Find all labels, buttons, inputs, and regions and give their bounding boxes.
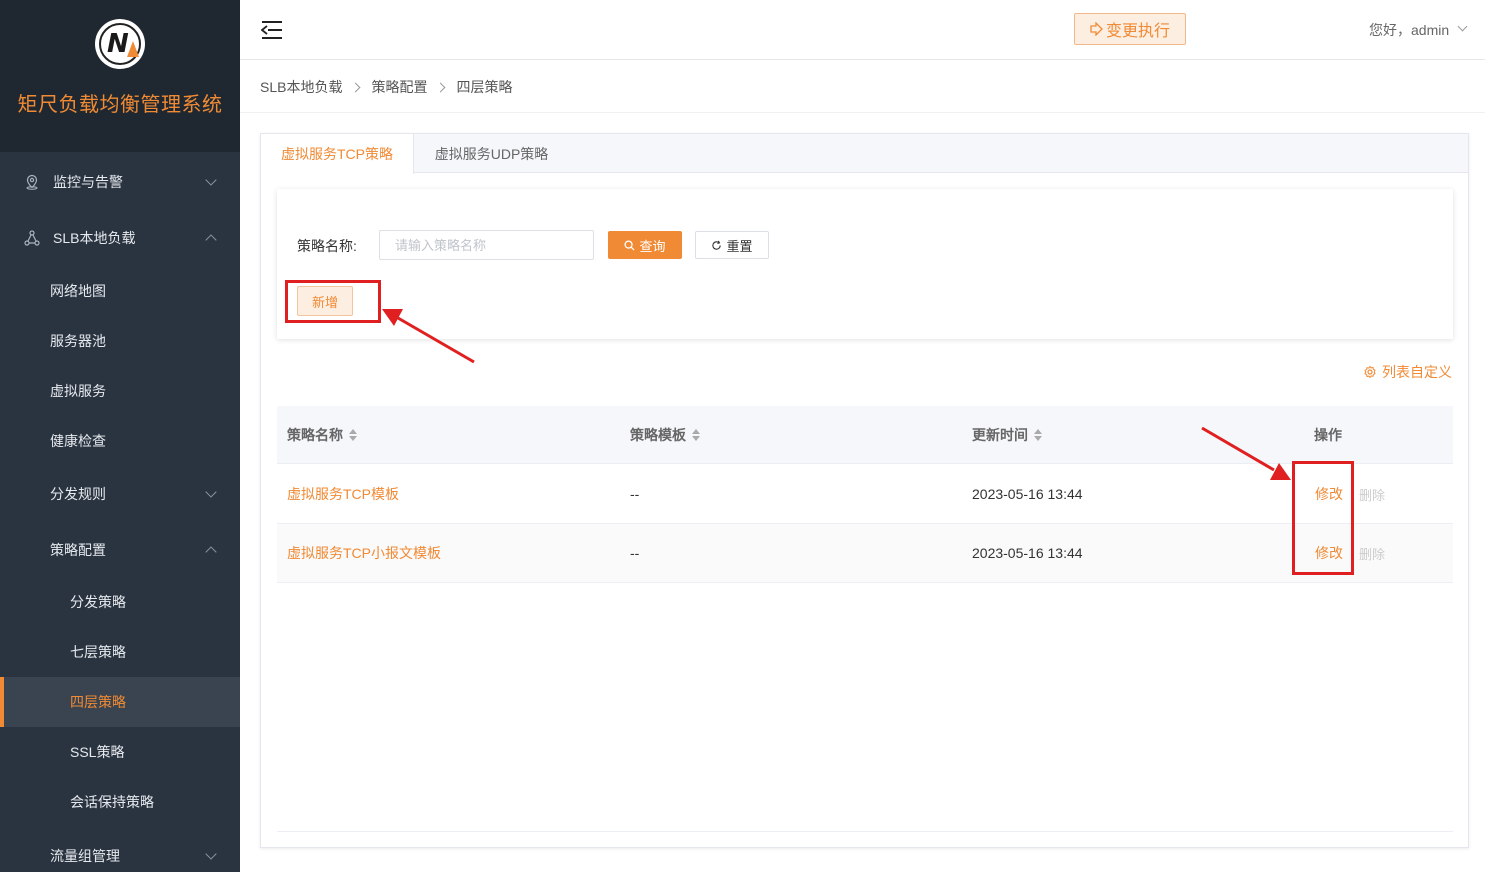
sidebar-item-l4-policy[interactable]: 四层策略 (0, 677, 240, 727)
query-label: 查询 (639, 238, 666, 254)
divider (277, 831, 1453, 832)
tab-bar: 虚拟服务TCP策略 虚拟服务UDP策略 (261, 134, 1468, 174)
delete-button[interactable]: 删除 (1359, 485, 1385, 504)
chevron-up-icon (205, 546, 217, 558)
reset-button[interactable]: 重置 (695, 231, 769, 259)
column-header-label: 更新时间 (972, 427, 1028, 443)
column-header-label: 策略名称 (287, 427, 343, 443)
user-greeting[interactable]: 您好，admin (1369, 20, 1449, 40)
sidebar-item-slb[interactable]: SLB本地负载 (0, 218, 240, 258)
updated-time-cell: 2023-05-16 13:44 (972, 545, 1083, 561)
policy-name-label: 策略名称: (297, 238, 357, 254)
tab-udp-policy[interactable]: 虚拟服务UDP策略 (414, 134, 569, 173)
sort-icon[interactable] (1034, 429, 1042, 441)
sidebar-item-label: 分发规则 (50, 486, 106, 502)
policy-name-input[interactable] (379, 230, 594, 260)
sidebar-item-label: 服务器池 (50, 333, 106, 349)
list-customize-label: 列表自定义 (1382, 364, 1452, 380)
table-row: 虚拟服务TCP小报文模板 -- 2023-05-16 13:44 修改 删除 (277, 524, 1453, 583)
delete-button[interactable]: 删除 (1359, 544, 1385, 563)
search-icon (624, 239, 636, 251)
list-customize-link[interactable]: 列表自定义 (1363, 362, 1452, 382)
gear-icon (1364, 365, 1376, 379)
app-logo: N (95, 19, 145, 69)
sidebar-item-l7-policy[interactable]: 七层策略 (0, 632, 240, 672)
tab-tcp-policy[interactable]: 虚拟服务TCP策略 (261, 134, 414, 174)
sidebar-item-traffic-group[interactable]: 流量组管理 (0, 836, 240, 876)
sidebar-item-network-map[interactable]: 网络地图 (0, 271, 240, 311)
sidebar-item-virtual-service[interactable]: 虚拟服务 (0, 371, 240, 411)
query-button[interactable]: 查询 (608, 231, 682, 259)
chevron-down-icon (205, 174, 217, 186)
sidebar-item-label: 流量组管理 (50, 848, 120, 864)
breadcrumb: SLB本地负载 策略配置 四层策略 (260, 77, 512, 97)
policy-name-link[interactable]: 虚拟服务TCP小报文模板 (287, 524, 441, 582)
table-row: 虚拟服务TCP模板 -- 2023-05-16 13:44 修改 删除 (277, 465, 1453, 524)
app-title: 矩尺负载均衡管理系统 (17, 94, 223, 116)
sidebar-item-label: SLB本地负载 (53, 230, 136, 246)
chevron-up-icon (205, 234, 217, 246)
chevron-down-icon (205, 486, 217, 498)
sidebar-item-health-check[interactable]: 健康检查 (0, 421, 240, 461)
brand-area: N 矩尺负载均衡管理系统 (0, 0, 240, 152)
breadcrumb-item[interactable]: 策略配置 (371, 77, 427, 97)
refresh-icon (712, 240, 722, 250)
column-header-updated[interactable]: 更新时间 (972, 406, 1042, 464)
column-header-actions: 操作 (1314, 406, 1342, 464)
sidebar-item-label: 策略配置 (50, 542, 106, 558)
breadcrumb-item[interactable]: SLB本地负载 (260, 77, 342, 97)
sidebar-item-label: 四层策略 (70, 694, 126, 710)
change-execute-label: 变更执行 (1105, 23, 1170, 40)
location-pin-icon (26, 174, 38, 190)
sort-icon[interactable] (692, 429, 700, 441)
search-panel: 策略名称: 查询 重置 新增 (277, 189, 1453, 339)
chevron-right-icon (436, 82, 446, 92)
sidebar-item-session-persistence[interactable]: 会话保持策略 (0, 782, 240, 822)
table-header: 策略名称 策略模板 更新时间 操作 (277, 406, 1453, 464)
sidebar-item-label: 虚拟服务 (50, 383, 106, 399)
sidebar-item-label: 会话保持策略 (70, 794, 154, 810)
policy-card: 虚拟服务TCP策略 虚拟服务UDP策略 策略名称: 查询 重置 新增 列表自定义… (260, 133, 1469, 848)
policy-template-cell: -- (630, 486, 640, 502)
column-header-template[interactable]: 策略模板 (630, 406, 700, 464)
top-header: 变更执行 您好，admin (240, 0, 1485, 60)
menu-collapse-icon[interactable] (261, 21, 282, 39)
policy-name-link[interactable]: 虚拟服务TCP模板 (287, 465, 399, 523)
sidebar-item-dispatch-rules[interactable]: 分发规则 (0, 474, 240, 514)
sidebar-item-label: 七层策略 (70, 644, 126, 660)
divider (240, 112, 1485, 113)
reset-label: 重置 (726, 238, 753, 254)
breadcrumb-item-current: 四层策略 (456, 79, 513, 95)
sidebar-item-dispatch-policy[interactable]: 分发策略 (0, 582, 240, 622)
export-arrow-icon (1090, 22, 1103, 36)
sidebar-item-label: 网络地图 (50, 283, 106, 299)
annotation-highlight-box (1292, 461, 1354, 575)
sidebar-item-label: 健康检查 (50, 433, 106, 449)
annotation-highlight-box (285, 280, 381, 323)
sort-icon[interactable] (349, 429, 357, 441)
change-execute-button[interactable]: 变更执行 (1074, 13, 1186, 45)
column-header-label: 策略模板 (630, 427, 686, 443)
sidebar-item-policy-config[interactable]: 策略配置 (0, 530, 240, 570)
sidebar-item-ssl-policy[interactable]: SSL策略 (0, 732, 240, 772)
sidebar-item-label: SSL策略 (70, 744, 125, 760)
column-header-label: 操作 (1314, 427, 1342, 443)
chevron-down-icon (205, 848, 217, 860)
column-header-name[interactable]: 策略名称 (287, 406, 357, 464)
updated-time-cell: 2023-05-16 13:44 (972, 486, 1083, 502)
sidebar-item-label: 分发策略 (70, 594, 126, 610)
sidebar-item-monitoring[interactable]: 监控与告警 (0, 162, 240, 202)
chevron-right-icon (351, 82, 361, 92)
chevron-down-icon[interactable] (1457, 21, 1468, 32)
policy-template-cell: -- (630, 545, 640, 561)
sidebar: N 矩尺负载均衡管理系统 监控与告警 SLB本地负载 网络地图 服务器池 虚拟服… (0, 0, 240, 872)
sidebar-item-label: 监控与告警 (53, 174, 123, 190)
cluster-icon (24, 230, 40, 246)
sidebar-item-server-pool[interactable]: 服务器池 (0, 321, 240, 361)
